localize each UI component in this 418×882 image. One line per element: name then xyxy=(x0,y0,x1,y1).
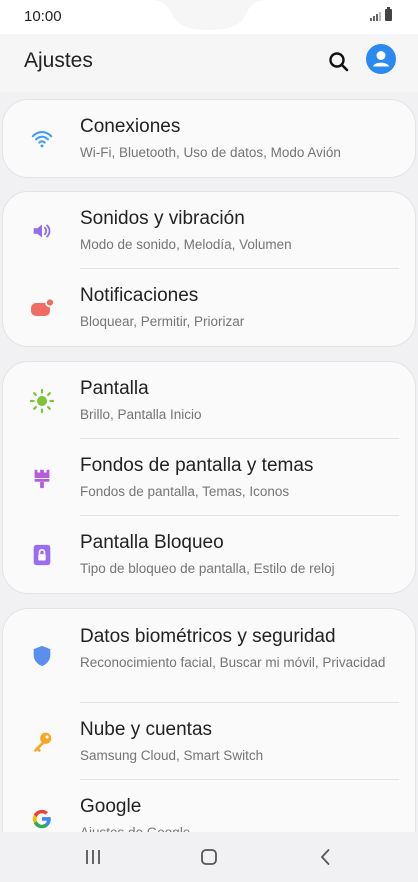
item-title: Notificaciones xyxy=(80,285,199,306)
item-title: Pantalla Bloqueo xyxy=(80,532,224,553)
item-subtitle: Wi-Fi, Bluetooth, Uso de datos, Modo Avi… xyxy=(80,145,341,160)
signal-bars-icon xyxy=(370,10,381,21)
camera-notch xyxy=(150,0,268,30)
wifi-icon xyxy=(29,126,55,152)
item-title: Sonidos y vibración xyxy=(80,208,245,229)
item-subtitle: Modo de sonido, Melodía, Volumen xyxy=(80,237,292,252)
page-title: Ajustes xyxy=(24,49,93,72)
lock-icon xyxy=(29,542,55,568)
brightness-icon xyxy=(29,388,55,414)
item-subtitle: Ajustes de Google xyxy=(80,824,400,832)
status-right-fill xyxy=(268,0,418,34)
back-icon[interactable] xyxy=(314,845,338,869)
settings-group-connections: Conexiones Wi-Fi, Bluetooth, Uso de dato… xyxy=(2,99,416,178)
settings-item-pantalla[interactable]: Pantalla Brillo, Pantalla Inicio xyxy=(3,362,415,439)
item-subtitle: Samsung Cloud, Smart Switch xyxy=(80,748,264,763)
navigation-bar xyxy=(0,832,418,882)
volume-icon xyxy=(29,218,55,244)
status-icons-overlay xyxy=(370,7,392,21)
shield-icon xyxy=(29,643,55,669)
notification-icon xyxy=(29,295,55,321)
status-left-fill xyxy=(0,0,150,34)
header: Ajustes xyxy=(0,34,418,92)
settings-item-conexiones[interactable]: Conexiones Wi-Fi, Bluetooth, Uso de dato… xyxy=(3,100,415,177)
item-subtitle: Reconocimiento facial, Buscar mi móvil, … xyxy=(80,655,386,670)
google-icon xyxy=(29,806,55,832)
item-title: Conexiones xyxy=(80,116,181,137)
theme-brush-icon xyxy=(29,465,55,491)
battery-level-icon xyxy=(385,7,392,21)
status-time-label: 10:00 xyxy=(24,8,62,25)
search-icon[interactable] xyxy=(326,49,352,75)
recents-icon[interactable] xyxy=(81,845,105,869)
account-avatar[interactable] xyxy=(366,44,396,74)
settings-group-security: Datos biométricos y seguridad Reconocimi… xyxy=(2,608,416,832)
item-title: Google xyxy=(80,796,142,817)
home-icon[interactable] xyxy=(197,845,221,869)
item-title: Pantalla xyxy=(80,378,149,399)
settings-group-display: Pantalla Brillo, Pantalla Inicio Fondos … xyxy=(2,361,416,594)
key-icon xyxy=(29,729,55,755)
settings-item-notificaciones[interactable]: Notificaciones Bloquear, Permitir, Prior… xyxy=(3,269,415,346)
item-subtitle: Tipo de bloqueo de pantalla, Estilo de r… xyxy=(80,561,335,576)
item-subtitle: Brillo, Pantalla Inicio xyxy=(80,407,202,422)
settings-item-sonidos[interactable]: Sonidos y vibración Modo de sonido, Melo… xyxy=(3,192,415,269)
settings-item-biometricos[interactable]: Datos biométricos y seguridad Reconocimi… xyxy=(3,609,415,703)
settings-item-nube[interactable]: Nube y cuentas Samsung Cloud, Smart Swit… xyxy=(3,703,415,780)
settings-item-bloqueo[interactable]: Pantalla Bloqueo Tipo de bloqueo de pant… xyxy=(3,516,415,593)
settings-group-sound: Sonidos y vibración Modo de sonido, Melo… xyxy=(2,191,416,347)
item-title: Datos biométricos y seguridad xyxy=(80,626,336,647)
settings-item-google[interactable]: Google Ajustes de Google xyxy=(3,780,415,832)
settings-item-fondos[interactable]: Fondos de pantalla y temas Fondos de pan… xyxy=(3,439,415,516)
item-title: Nube y cuentas xyxy=(80,719,213,740)
person-icon xyxy=(373,51,389,67)
item-title: Fondos de pantalla y temas xyxy=(80,455,314,476)
item-subtitle: Bloquear, Permitir, Priorizar xyxy=(80,314,245,329)
item-subtitle: Fondos de pantalla, Temas, Iconos xyxy=(80,484,290,499)
